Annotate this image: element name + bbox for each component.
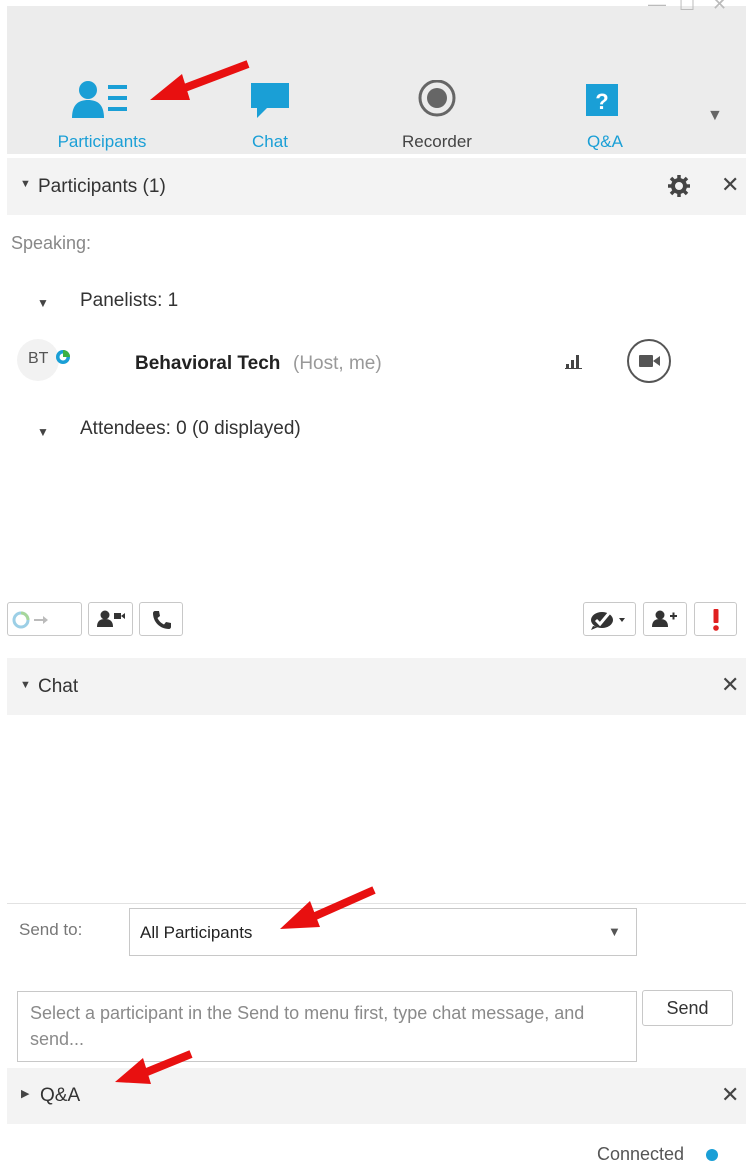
attendees-label: Attendees: 0 (0 displayed): [80, 418, 301, 439]
more-tabs-dropdown-icon[interactable]: ▼: [707, 107, 723, 125]
video-participant-button[interactable]: [88, 602, 133, 636]
minimize-button[interactable]: —: [648, 0, 666, 15]
alert-button[interactable]: [694, 602, 737, 636]
chevron-down-icon: ▼: [608, 924, 621, 939]
tab-qa-label: Q&A: [587, 132, 623, 151]
exclamation-icon: [713, 609, 719, 631]
invite-button[interactable]: [7, 602, 82, 636]
chat-message-input[interactable]: Select a participant in the Send to menu…: [17, 991, 637, 1062]
qa-icon: ?: [586, 84, 618, 116]
status-indicator-icon: [56, 350, 70, 364]
chat-message-placeholder: Select a participant in the Send to menu…: [30, 1003, 585, 1049]
add-participant-button[interactable]: [643, 602, 687, 636]
person-video-icon: [97, 610, 125, 627]
participants-icon: [72, 81, 127, 118]
participants-panel-header[interactable]: ▼ Participants (1) ✕: [7, 158, 746, 215]
participant-name: Behavioral Tech: [135, 353, 281, 374]
qa-panel-title: Q&A: [40, 1085, 81, 1106]
annotation-arrow-icon: [280, 886, 376, 929]
chat-collapse-caret-icon[interactable]: ▼: [20, 679, 31, 691]
send-to-label: Send to:: [19, 920, 83, 939]
connection-status: Connected: [597, 1144, 685, 1164]
video-button[interactable]: [627, 339, 671, 383]
avatar-initials: BT: [28, 350, 49, 367]
annotation-arrow-icon: [115, 1050, 193, 1084]
svg-text:?: ?: [595, 89, 608, 114]
feedback-dropdown-button[interactable]: [583, 602, 636, 636]
close-chat-icon[interactable]: ✕: [721, 672, 739, 698]
send-to-value: All Participants: [140, 923, 253, 942]
close-qa-icon[interactable]: ✕: [721, 1082, 739, 1108]
chat-icon: [251, 83, 289, 118]
connection-status-dot-icon: [706, 1149, 718, 1161]
attendees-caret-icon[interactable]: ▼: [37, 425, 49, 439]
collapse-caret-icon[interactable]: ▼: [20, 178, 31, 190]
recorder-icon: [418, 80, 456, 117]
panelists-label: Panelists: 1: [80, 290, 179, 311]
participant-row[interactable]: BT Behavioral Tech (Host, me): [17, 339, 737, 383]
panelists-caret-icon[interactable]: ▼: [37, 296, 49, 310]
tab-chat-label: Chat: [252, 132, 288, 151]
call-button[interactable]: [139, 602, 183, 636]
speaking-label: Speaking:: [11, 233, 92, 253]
chat-panel-header[interactable]: ▼ Chat ✕: [7, 658, 746, 715]
participant-role: (Host, me): [293, 353, 382, 374]
invite-icon: [12, 611, 48, 629]
chat-panel-title: Chat: [38, 676, 79, 697]
tab-participants-label: Participants: [57, 132, 147, 151]
phone-icon: [153, 611, 171, 629]
tab-recorder-label: Recorder: [402, 132, 472, 151]
gear-icon[interactable]: [668, 175, 690, 197]
annotation-arrow-icon: [150, 60, 250, 100]
close-participants-icon[interactable]: ✕: [721, 172, 739, 198]
expand-caret-icon[interactable]: ▶: [21, 1087, 29, 1100]
feedback-icon: [591, 611, 625, 630]
video-camera-icon: [639, 355, 660, 367]
audio-level-icon: [565, 355, 582, 369]
maximize-button[interactable]: ☐: [679, 0, 695, 15]
send-to-dropdown[interactable]: All Participants ▼: [129, 908, 637, 956]
participants-panel-title: Participants (1): [38, 176, 166, 197]
close-window-button[interactable]: ✕: [712, 0, 727, 15]
send-button[interactable]: Send: [642, 990, 733, 1026]
add-person-icon: [652, 610, 677, 627]
